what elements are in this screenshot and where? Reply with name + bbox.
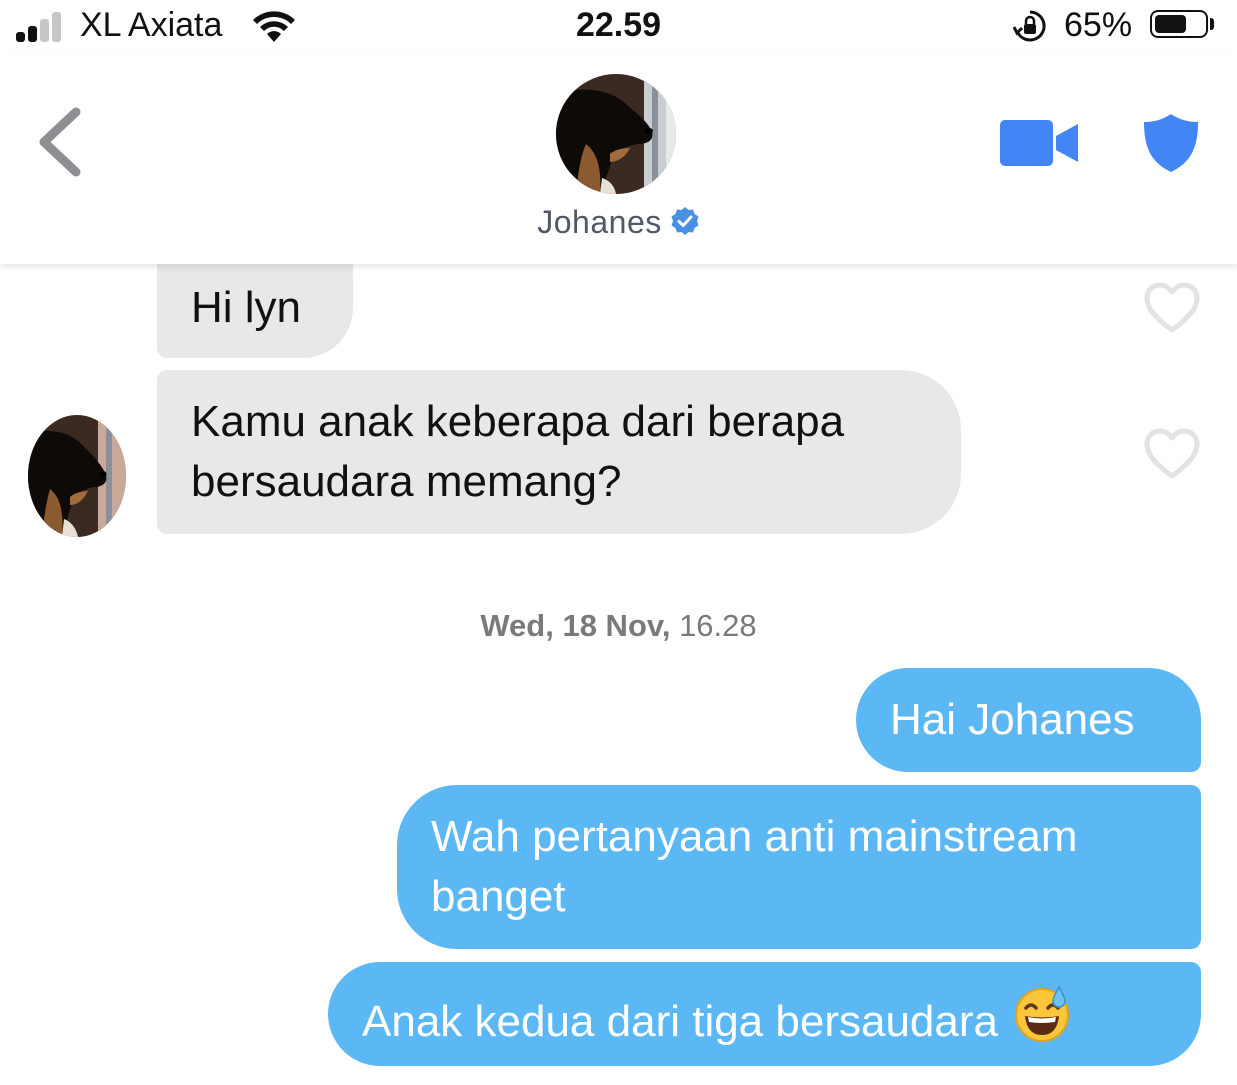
battery-cap: [1210, 18, 1214, 30]
battery-icon: [1150, 10, 1208, 38]
contact-name: Johanes: [537, 204, 662, 240]
outgoing-message[interactable]: Hai Johanes: [856, 668, 1201, 772]
incoming-message[interactable]: Kamu anak keberapa dari berapa bersaudar…: [157, 370, 961, 534]
message-line: banget: [431, 872, 566, 921]
battery-level-fill: [1155, 15, 1186, 33]
message-text: Anak kedua dari tiga bersaudara: [362, 997, 998, 1046]
timestamp-time: 16.28: [679, 608, 757, 643]
battery-percent: 65%: [1064, 6, 1133, 44]
contact-name-row[interactable]: Johanes: [0, 204, 1237, 241]
safety-shield-icon[interactable]: [1142, 112, 1200, 174]
contact-avatar[interactable]: [556, 74, 676, 194]
message-line: Kamu anak keberapa dari berapa: [191, 397, 845, 446]
dog-photo-small: [28, 415, 126, 537]
message-line: Wah pertanyaan anti mainstream: [431, 812, 1078, 861]
clock: 22.59: [575, 6, 662, 44]
dog-photo: [556, 74, 676, 194]
outgoing-message[interactable]: Anak kedua dari tiga bersaudara: [328, 962, 1201, 1066]
rotation-lock-icon: [1013, 10, 1046, 42]
message-line: bersaudara memang?: [191, 457, 622, 506]
status-bar: XL Axiata 22.59 65%: [0, 0, 1237, 56]
chat-header: Johanes: [0, 56, 1237, 264]
like-heart-icon[interactable]: [1143, 282, 1201, 334]
like-heart-icon[interactable]: [1143, 428, 1201, 480]
video-call-icon[interactable]: [1000, 118, 1080, 168]
message-text: Hi lyn: [191, 283, 302, 332]
message-text: Hai Johanes: [890, 695, 1135, 744]
verified-badge-icon: [671, 207, 699, 235]
timestamp-day: Wed, 18 Nov,: [480, 608, 671, 643]
message-timestamp: Wed, 18 Nov, 16.28: [0, 608, 1237, 644]
contact-avatar-small[interactable]: [28, 415, 126, 537]
back-chevron-icon[interactable]: [30, 106, 86, 178]
grinning-sweat-emoji-icon: [1014, 985, 1069, 1042]
incoming-message[interactable]: Hi lyn: [157, 252, 353, 358]
outgoing-message[interactable]: Wah pertanyaan anti mainstream banget: [397, 785, 1201, 949]
